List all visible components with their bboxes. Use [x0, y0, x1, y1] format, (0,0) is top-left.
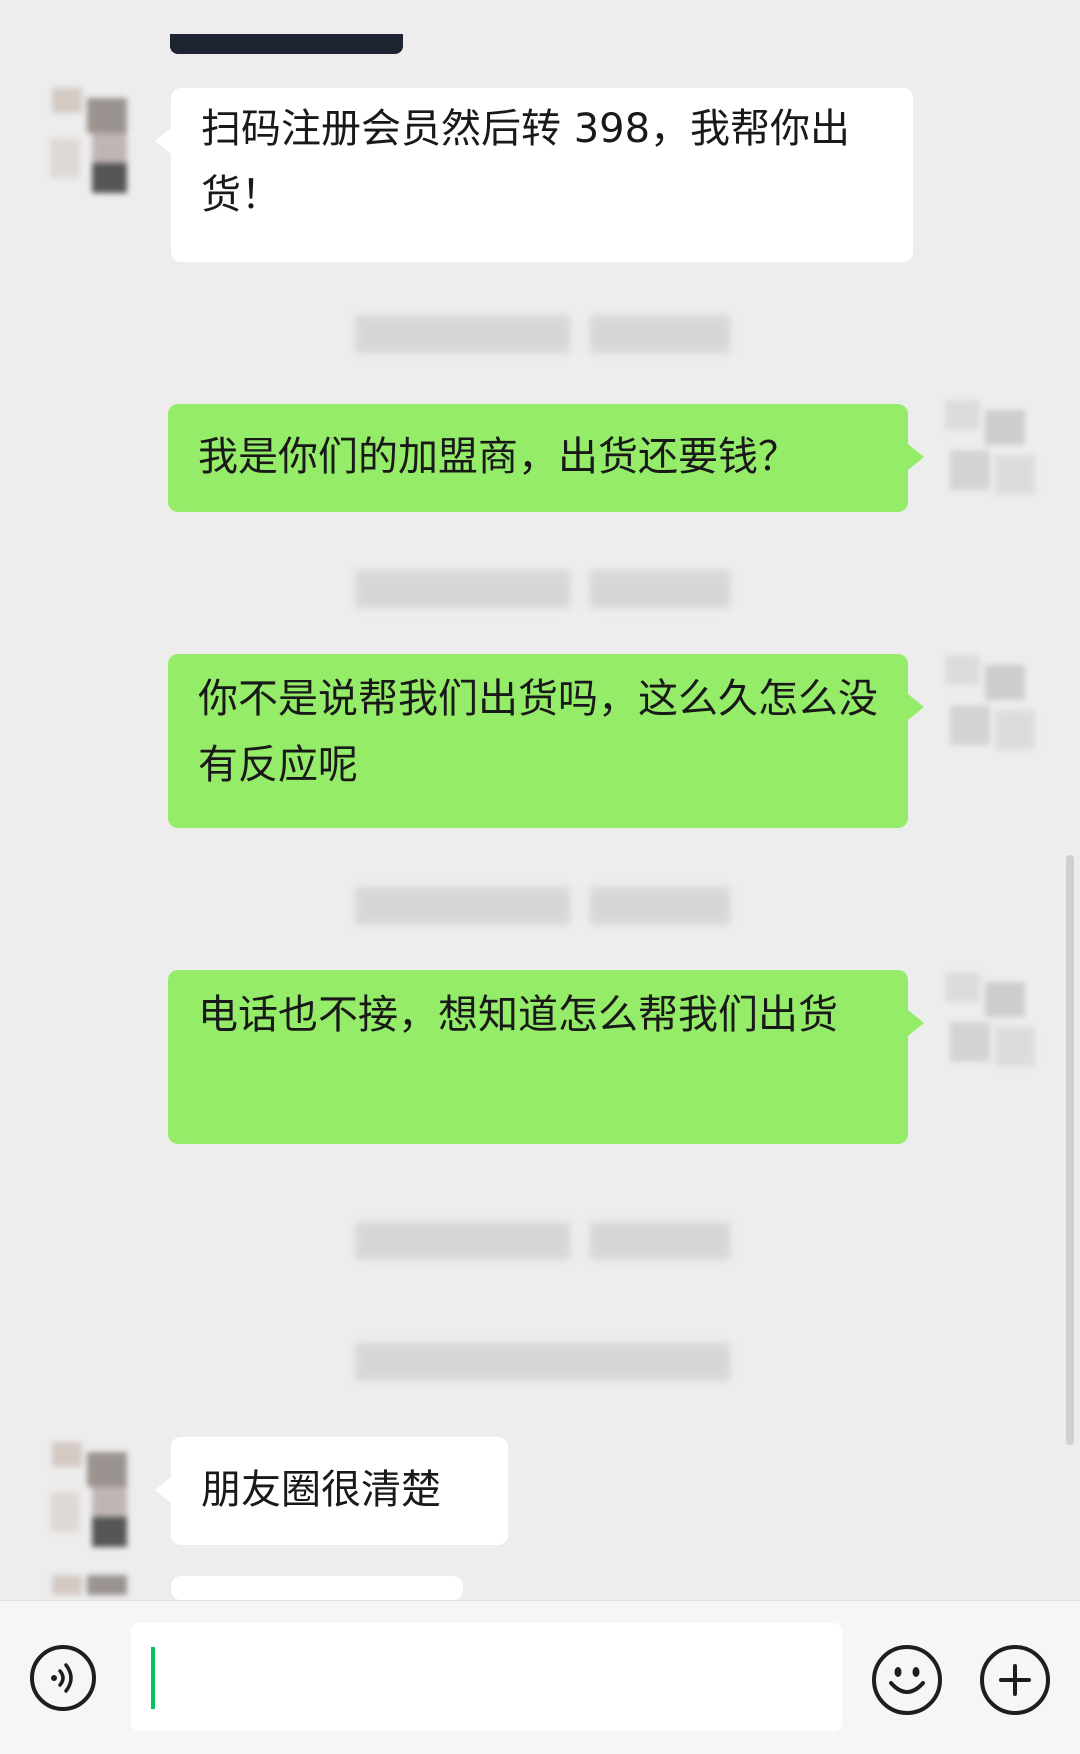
input-bar: [0, 1600, 1080, 1754]
my-avatar[interactable]: [940, 390, 1050, 510]
contact-avatar[interactable]: [32, 78, 142, 198]
my-avatar[interactable]: [940, 645, 1050, 765]
outgoing-message[interactable]: 你不是说帮我们出货吗，这么久怎么没有反应呢: [168, 654, 924, 828]
timestamp-redacted: [355, 1222, 730, 1260]
outgoing-message[interactable]: 我是你们的加盟商，出货还要钱？: [168, 404, 924, 512]
scrollbar[interactable]: [1066, 855, 1074, 1445]
incoming-message[interactable]: 朋友圈很清楚: [155, 1437, 508, 1545]
voice-button[interactable]: [30, 1645, 96, 1711]
incoming-message[interactable]: 扫码注册会员然后转 398，我帮你出货！: [155, 88, 913, 262]
recall-notice-redacted: [355, 1343, 730, 1381]
voice-icon: [51, 1663, 73, 1693]
more-button[interactable]: [980, 1645, 1050, 1715]
timestamp-redacted: [355, 315, 730, 353]
plus-icon: [999, 1664, 1031, 1696]
my-avatar[interactable]: [940, 962, 1050, 1082]
emoji-button[interactable]: [872, 1645, 942, 1715]
incoming-message-partial: [155, 1576, 463, 1642]
timestamp-redacted: [355, 887, 730, 925]
text-caret: [151, 1647, 155, 1709]
outgoing-message[interactable]: 电话也不接，想知道怎么帮我们出货: [168, 970, 924, 1144]
contact-avatar[interactable]: [32, 1432, 142, 1552]
timestamp-redacted: [355, 570, 730, 608]
top-status-strip: [170, 34, 403, 54]
emoji-icon: [889, 1667, 925, 1694]
contact-avatar-partial: [32, 1570, 142, 1600]
message-input[interactable]: [131, 1623, 842, 1731]
